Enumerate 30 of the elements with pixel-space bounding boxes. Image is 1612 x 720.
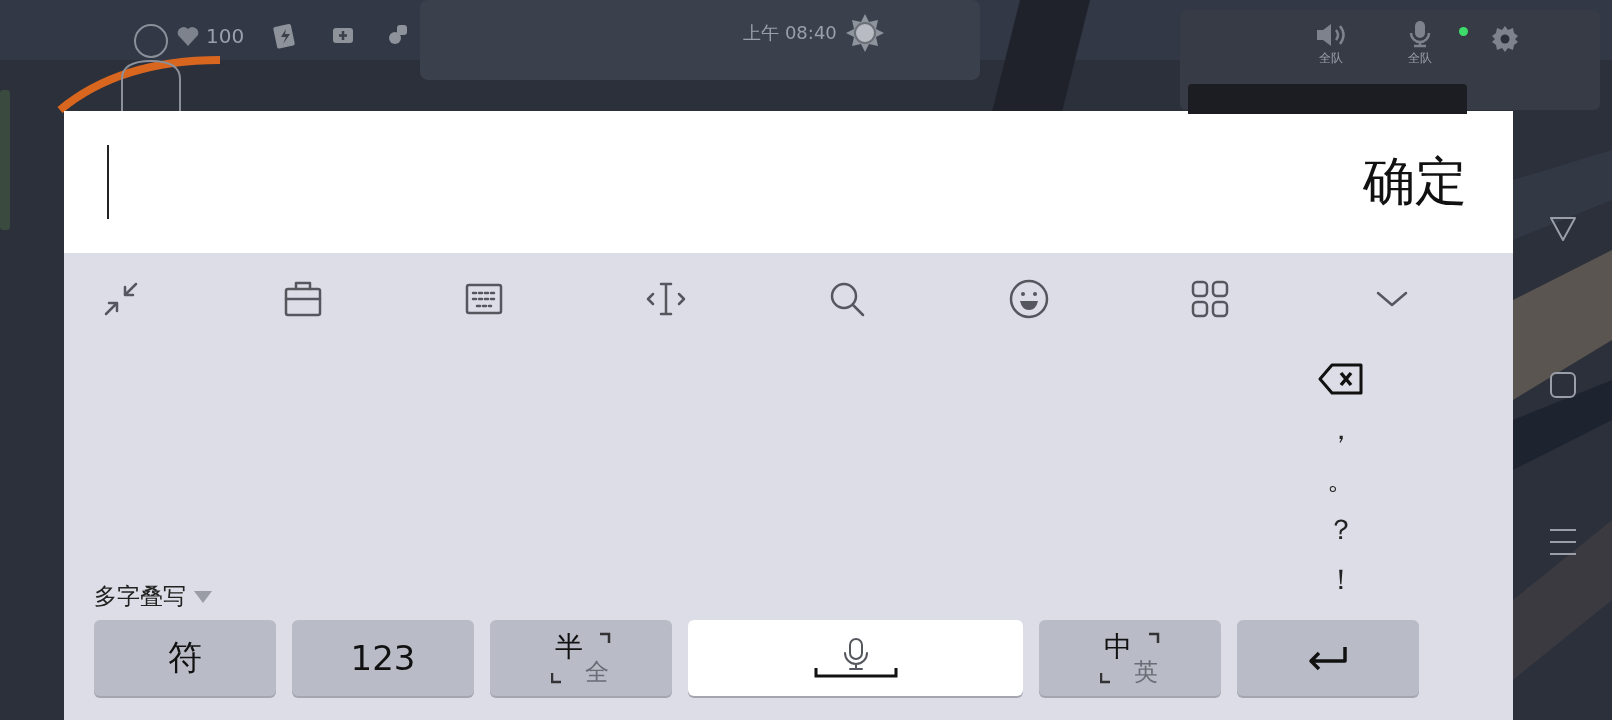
heart-icon [176,25,200,47]
back-icon[interactable] [1548,215,1577,242]
symbol-key[interactable]: ？ [1316,505,1366,555]
enter-icon [1306,645,1349,671]
speaker-label: 全队 [1318,50,1343,67]
space-key[interactable] [688,620,1023,696]
toggle-key[interactable]: 半 全 [490,620,673,696]
corner-icon [1147,632,1160,644]
key[interactable]: 123 [292,620,475,696]
symbol-key[interactable]: ， [1316,405,1366,455]
clock-time: 上午 08:40 [743,21,837,45]
toggle-key[interactable]: 中 英 [1038,620,1221,696]
corner-icon [1099,672,1112,684]
caret-icon [194,590,212,603]
symbol-key[interactable]: ！ [1316,555,1366,605]
menu-icon[interactable] [1548,527,1577,556]
speaker-icon[interactable] [1314,22,1347,48]
microphone-icon [813,638,898,678]
status-dot-icon [1458,27,1468,36]
corner-icon [599,632,612,644]
home-icon[interactable] [1548,370,1577,399]
corner-icon [551,672,564,684]
sun-icon [844,13,885,53]
symbol-key[interactable]: 。 [1316,455,1366,505]
microphone-label: 全队 [1407,50,1432,67]
key[interactable]: 符 [94,620,276,696]
smiley-icon[interactable] [1007,278,1050,320]
health-value: 100 [206,24,245,48]
confirm-button[interactable]: 确定 [1363,147,1467,217]
mode-selector[interactable]: 多字叠写 [94,581,1309,612]
